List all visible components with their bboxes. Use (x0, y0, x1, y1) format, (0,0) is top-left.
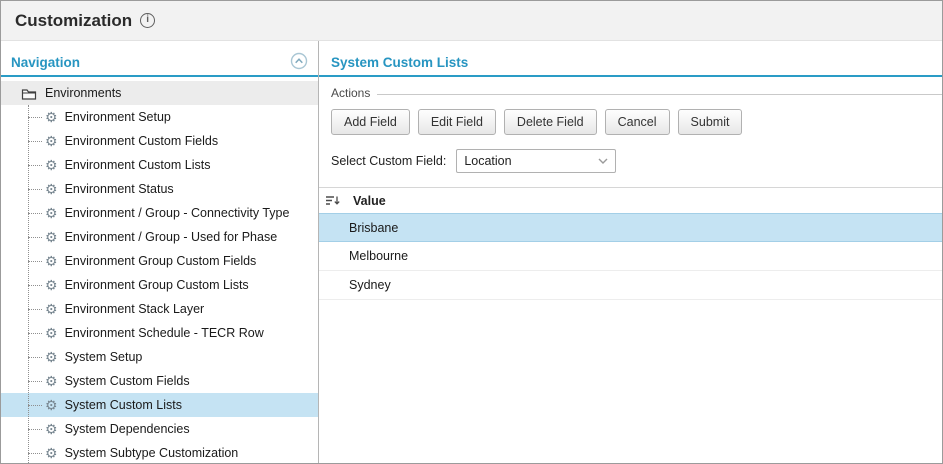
actions-legend-label: Actions (331, 86, 371, 100)
gear-icon: ⚙ (45, 445, 58, 461)
gear-icon: ⚙ (45, 205, 58, 221)
sidebar-item-label: Environment Group Custom Fields (64, 254, 257, 268)
gear-icon: ⚙ (45, 133, 58, 149)
page-title: Customization (15, 10, 133, 30)
sidebar-item-environment-setup[interactable]: ⚙ Environment Setup (1, 105, 318, 129)
collapse-panel-icon[interactable] (290, 52, 308, 70)
gear-icon: ⚙ (45, 325, 58, 341)
sidebar-item-label: Environment / Group - Connectivity Type (64, 206, 290, 220)
sidebar-item-environment-status[interactable]: ⚙ Environment Status (1, 177, 318, 201)
sidebar-item-system-subtype-customization[interactable]: ⚙ System Subtype Customization (1, 441, 318, 463)
sidebar-item-system-setup[interactable]: ⚙ System Setup (1, 345, 318, 369)
sidebar-item-environment-group-used-for-phase[interactable]: ⚙ Environment / Group - Used for Phase (1, 225, 318, 249)
sidebar-item-label: Environment Custom Fields (64, 134, 219, 148)
sidebar-item-system-custom-fields[interactable]: ⚙ System Custom Fields (1, 369, 318, 393)
gear-icon: ⚙ (45, 301, 58, 317)
actions-toolbar: Add Field Edit Field Delete Field Cancel… (319, 100, 942, 135)
chevron-down-icon (598, 158, 608, 164)
gear-icon: ⚙ (45, 181, 58, 197)
sidebar-item-label: Environment Schedule - TECR Row (64, 326, 264, 340)
add-field-button[interactable]: Add Field (331, 109, 410, 135)
sidebar-item-label: System Dependencies (64, 422, 190, 436)
gear-icon: ⚙ (45, 253, 58, 269)
sort-icon[interactable] (325, 194, 340, 207)
custom-field-select-label: Select Custom Field: (331, 154, 447, 168)
sidebar-item-environment-stack-layer[interactable]: ⚙ Environment Stack Layer (1, 297, 318, 321)
page-header: Customization i (1, 1, 942, 41)
tree-node-label: Environments (45, 86, 122, 100)
folder-icon (21, 87, 37, 100)
gear-icon: ⚙ (45, 397, 58, 413)
navigation-panel: Navigation Environments ⚙ Environment Se… (1, 41, 319, 463)
sidebar-item-label: System Subtype Customization (64, 446, 239, 460)
sidebar-item-environment-schedule-tecr-row[interactable]: ⚙ Environment Schedule - TECR Row (1, 321, 318, 345)
table-row[interactable]: Sydney (319, 271, 942, 300)
sidebar-item-label: Environment Status (64, 182, 174, 196)
custom-field-select-row: Select Custom Field: Location (319, 135, 942, 173)
sidebar-item-label: Environment Stack Layer (64, 302, 205, 316)
main-area: Navigation Environments ⚙ Environment Se… (1, 41, 942, 463)
table-row[interactable]: Melbourne (319, 242, 942, 271)
navigation-panel-title: Navigation (11, 54, 81, 70)
navigation-panel-header: Navigation (1, 41, 318, 77)
table-row[interactable]: Brisbane (319, 213, 942, 242)
column-header-value[interactable]: Value (353, 194, 386, 208)
gear-icon: ⚙ (45, 229, 58, 245)
sidebar-item-label: System Custom Lists (64, 398, 182, 412)
gear-icon: ⚙ (45, 373, 58, 389)
sidebar-item-label: System Setup (64, 350, 143, 364)
sidebar-item-label: System Custom Fields (64, 374, 190, 388)
gear-icon: ⚙ (45, 277, 58, 293)
sidebar-item-label: Environment Group Custom Lists (64, 278, 249, 292)
sidebar-item-label: Environment Setup (64, 110, 171, 124)
cancel-button[interactable]: Cancel (604, 109, 670, 135)
values-table-header: Value (319, 187, 942, 214)
tree-node-environments[interactable]: Environments (1, 81, 318, 105)
gear-icon: ⚙ (45, 157, 58, 173)
submit-button[interactable]: Submit (677, 109, 743, 135)
gear-icon: ⚙ (45, 421, 58, 437)
custom-field-select[interactable]: Location (456, 149, 617, 173)
custom-field-select-value: Location (464, 154, 512, 168)
delete-field-button[interactable]: Delete Field (503, 109, 597, 135)
sidebar-item-environment-group-custom-fields[interactable]: ⚙ Environment Group Custom Fields (1, 249, 318, 273)
customization-window: Customization i Navigation Environments … (0, 0, 943, 464)
actions-group: Actions (319, 77, 942, 100)
navigation-tree: Environments ⚙ Environment Setup ⚙ Envir… (1, 77, 318, 463)
content-panel-header: System Custom Lists (319, 41, 942, 77)
values-table: Value Brisbane Melbourne Sydney (319, 187, 942, 300)
gear-icon: ⚙ (45, 349, 58, 365)
sidebar-item-environment-custom-fields[interactable]: ⚙ Environment Custom Fields (1, 129, 318, 153)
sidebar-item-environment-custom-lists[interactable]: ⚙ Environment Custom Lists (1, 153, 318, 177)
content-panel-title: System Custom Lists (331, 54, 469, 70)
sidebar-item-system-dependencies[interactable]: ⚙ System Dependencies (1, 417, 318, 441)
sidebar-item-label: Environment Custom Lists (64, 158, 211, 172)
sidebar-item-environment-group-custom-lists[interactable]: ⚙ Environment Group Custom Lists (1, 273, 318, 297)
content-panel: System Custom Lists Actions Add Field Ed… (319, 41, 942, 463)
info-icon[interactable]: i (140, 13, 156, 28)
gear-icon: ⚙ (45, 109, 58, 125)
sidebar-item-environment-group-connectivity-type[interactable]: ⚙ Environment / Group - Connectivity Typ… (1, 201, 318, 225)
edit-field-button[interactable]: Edit Field (417, 109, 496, 135)
sidebar-item-label: Environment / Group - Used for Phase (64, 230, 278, 244)
tree-children: ⚙ Environment Setup ⚙ Environment Custom… (1, 105, 318, 463)
sidebar-item-system-custom-lists[interactable]: ⚙ System Custom Lists (1, 393, 318, 417)
actions-divider (377, 93, 942, 95)
